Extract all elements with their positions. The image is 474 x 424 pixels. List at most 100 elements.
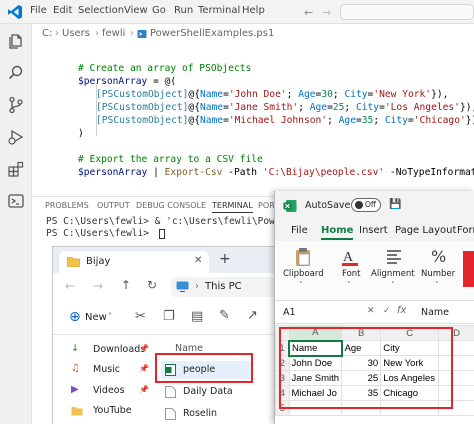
alignment-group[interactable]: Alignment ˅ <box>371 245 417 297</box>
menu-help[interactable]: Help <box>242 5 265 16</box>
chevron-down-icon: ˅ <box>299 281 303 289</box>
code-line-2: $personArray = @( <box>78 75 176 88</box>
cut-icon[interactable]: ✂ <box>135 309 146 324</box>
clipboard-icon <box>296 248 310 266</box>
tab-home[interactable]: Home <box>321 225 354 240</box>
param-token: -NoTypeInformation <box>389 167 474 178</box>
explorer-navbar: ← → ↑ ↻ › This PC <box>53 273 293 301</box>
key-token: Age <box>309 102 328 113</box>
paste-icon[interactable]: ▤ <box>191 309 203 324</box>
hash-open-token: @{ <box>188 102 200 113</box>
align-icon <box>387 250 401 264</box>
forward-arrow-icon[interactable]: → <box>322 6 331 19</box>
powershell-file-icon <box>137 30 147 38</box>
sidebar-item-music[interactable]: ♫ Music 📌 <box>71 363 151 379</box>
explorer-tab-title: Bijay <box>86 256 111 267</box>
source-control-icon[interactable] <box>7 96 25 114</box>
search-icon[interactable] <box>7 64 25 82</box>
font-group[interactable]: A Font ˅ <box>335 245 365 297</box>
new-tab-icon[interactable]: + <box>219 251 231 267</box>
string-token: 'Chicago' <box>413 115 466 126</box>
screenshot-root: File Edit Selection View Go Run Terminal… <box>0 0 474 424</box>
font-label: Font <box>342 269 361 279</box>
terminal-cursor <box>159 229 165 239</box>
tab-insert[interactable]: Insert <box>359 225 388 236</box>
clipboard-group[interactable]: Clipboard ˅ <box>283 245 324 297</box>
string-token: 'Jane Smith' <box>228 102 299 113</box>
close-paren-token: ) <box>78 128 84 139</box>
function-icon[interactable]: fx <box>397 305 406 316</box>
menu-run[interactable]: Run <box>174 5 193 16</box>
conditional-format-icon[interactable] <box>463 251 474 287</box>
menu-selection[interactable]: Selection <box>78 5 124 16</box>
share-icon[interactable]: ↗ <box>247 308 258 323</box>
confirm-icon[interactable]: ✓ <box>383 306 391 316</box>
cancel-icon[interactable]: ✕ <box>367 306 375 316</box>
formula-input[interactable]: Name <box>421 307 449 318</box>
string-token: 'C:\Bijay\people.csv' <box>262 167 385 178</box>
refresh-icon[interactable]: ↻ <box>147 278 157 292</box>
menu-go[interactable]: Go <box>152 5 166 16</box>
explorer-tab[interactable]: Bijay ✕ <box>59 251 209 273</box>
up-arrow-icon[interactable]: ↑ <box>121 278 131 292</box>
tab-output[interactable]: OUTPUT <box>97 201 130 210</box>
menu-edit[interactable]: Edit <box>53 5 72 16</box>
name-box[interactable]: A1 <box>283 307 296 318</box>
back-arrow-icon[interactable]: ← <box>65 279 75 293</box>
command-center-search[interactable] <box>340 4 474 20</box>
breadcrumb-file[interactable]: PowerShellExamples.ps1 <box>150 28 274 39</box>
type-token: [PSCustomObject] <box>96 115 189 126</box>
code-line-4: [PSCustomObject]@{Name='Jane Smith'; Age… <box>96 101 474 114</box>
copy-icon[interactable]: ❐ <box>163 309 175 324</box>
menu-file[interactable]: File <box>30 5 47 16</box>
tab-debug-console[interactable]: DEBUG CONSOLE <box>136 201 206 210</box>
close-icon[interactable]: ✕ <box>194 255 202 266</box>
menu-view[interactable]: View <box>124 5 148 16</box>
plus-icon: ⊕ <box>69 309 81 325</box>
key-token: Name <box>199 89 224 100</box>
sidebar-item-label: Downloads <box>93 344 146 355</box>
key-token: Name <box>199 115 224 126</box>
save-icon[interactable]: 💾 <box>389 199 401 210</box>
extensions-icon[interactable] <box>7 160 25 178</box>
folder-icon <box>67 257 80 267</box>
number-group[interactable]: % Number ˅ <box>421 245 457 297</box>
sidebar-item-videos[interactable]: ▶ Videos 📌 <box>71 384 151 400</box>
tab-formulas[interactable]: Form <box>457 225 474 236</box>
file-row-roselin[interactable]: Roselin <box>161 405 271 423</box>
code-line-8: # Export the array to a CSV file <box>78 153 263 166</box>
assign-token: = @( <box>147 76 177 87</box>
breadcrumb-users[interactable]: Users <box>62 28 90 39</box>
powershell-icon[interactable] <box>7 192 25 210</box>
sidebar-item-youtube[interactable]: YouTube <box>71 404 151 420</box>
chevron-down-icon: ˅ <box>347 281 351 289</box>
breadcrumb-drive[interactable]: C: <box>42 28 52 39</box>
address-text: This PC <box>205 281 242 292</box>
tab-terminal[interactable]: TERMINAL <box>212 201 253 213</box>
tab-file[interactable]: File <box>291 225 308 236</box>
tab-page-layout[interactable]: Page Layout <box>395 225 456 236</box>
sidebar-item-downloads[interactable]: ↓ Downloads 📌 <box>71 343 151 359</box>
chevron-right-icon: › <box>55 28 59 39</box>
explorer-files-icon[interactable] <box>7 32 25 50</box>
breadcrumb-fewli[interactable]: fewli <box>102 28 125 39</box>
file-icon <box>165 386 176 398</box>
comment-text: # Create an array of PSObjects <box>78 63 252 74</box>
code-editor[interactable]: # Create an array of PSObjects $personAr… <box>32 44 474 194</box>
file-row-daily-data[interactable]: Daily Data <box>161 383 271 401</box>
new-button[interactable]: ⊕ New ˅ <box>63 309 115 327</box>
autosave-toggle[interactable]: Off <box>351 198 381 212</box>
chevron-down-icon: ˅ <box>435 281 439 289</box>
vscode-titlebar: File Edit Selection View Go Run Terminal… <box>0 0 474 24</box>
chevron-down-icon: ˅ <box>108 312 112 321</box>
rename-icon[interactable]: ✎ <box>219 308 230 323</box>
autosave-label: AutoSave <box>305 200 351 211</box>
menu-terminal[interactable]: Terminal <box>198 5 240 16</box>
tab-problems[interactable]: PROBLEMS <box>45 201 89 210</box>
back-arrow-icon[interactable]: ← <box>304 6 313 19</box>
forward-arrow-icon[interactable]: → <box>93 279 103 293</box>
number-token: 35 <box>361 115 374 126</box>
key-token: City <box>344 89 368 100</box>
run-debug-icon[interactable] <box>7 128 25 146</box>
key-token: City <box>355 102 380 113</box>
